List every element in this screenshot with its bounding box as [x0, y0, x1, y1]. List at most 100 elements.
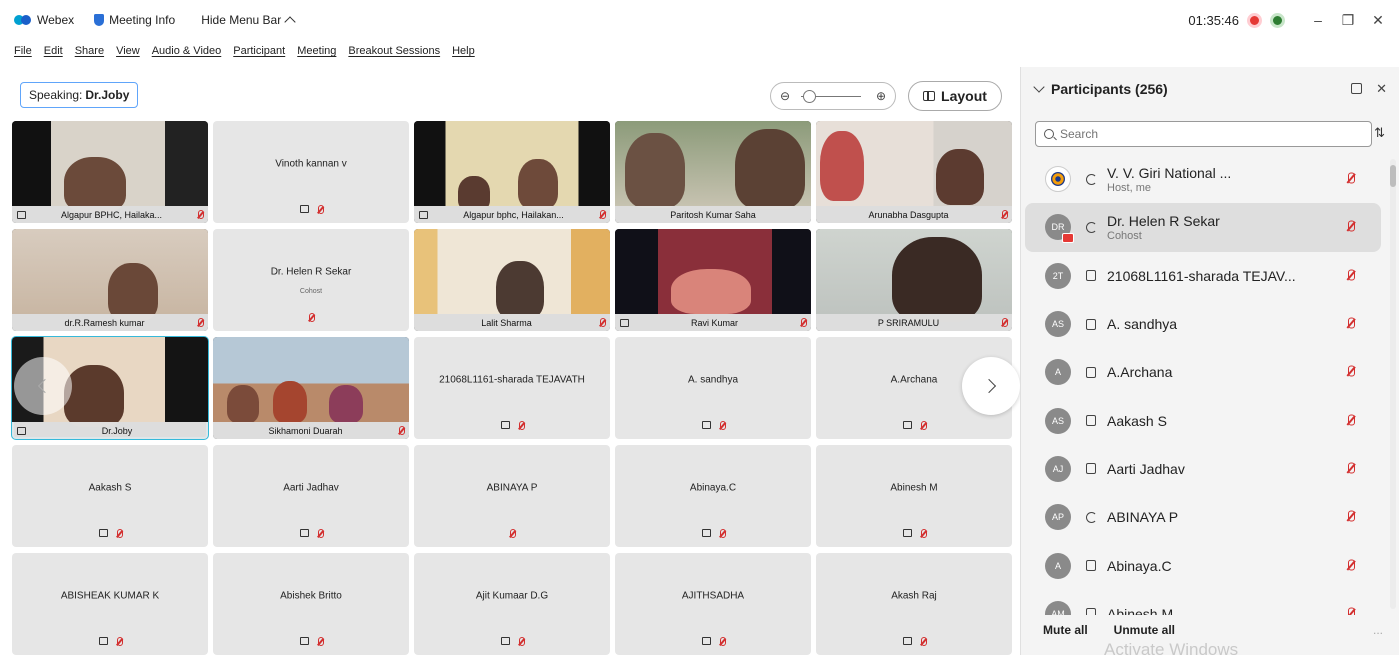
minimize-button[interactable]: –	[1307, 12, 1329, 28]
zoom-handle[interactable]	[803, 90, 816, 103]
video-tile[interactable]: Abinaya.C	[615, 445, 811, 547]
muted-mic-icon	[197, 317, 204, 328]
zoom-slider[interactable]: ⊖ ⊕	[770, 82, 896, 110]
video-tile[interactable]: Arunabha Dasgupta	[816, 121, 1012, 223]
zoom-out-icon[interactable]: ⊖	[780, 89, 790, 103]
muted-mic-icon	[1001, 209, 1008, 220]
sort-icon[interactable]: ⇅	[1374, 125, 1385, 141]
muted-mic-icon[interactable]	[1347, 317, 1355, 331]
zoom-in-icon[interactable]: ⊕	[876, 89, 886, 103]
video-tile[interactable]: ABINAYA P	[414, 445, 610, 547]
video-tile[interactable]: Lalit Sharma	[414, 229, 610, 331]
video-tile[interactable]: Ravi Kumar	[615, 229, 811, 331]
sync-icon	[1085, 511, 1097, 523]
video-tile[interactable]: AJITHSADHA	[615, 553, 811, 655]
menu-edit[interactable]: Edit	[44, 45, 63, 65]
close-button[interactable]: ✕	[1367, 12, 1389, 29]
video-tile[interactable]: Abishek Britto	[213, 553, 409, 655]
video-tile[interactable]: P SRIRAMULU	[816, 229, 1012, 331]
more-options-icon[interactable]: ...	[1373, 623, 1383, 637]
maximize-button[interactable]: ❐	[1337, 12, 1359, 29]
video-tile[interactable]: Ajit Kumaar D.G	[414, 553, 610, 655]
menu-view[interactable]: View	[116, 45, 140, 65]
muted-mic-icon[interactable]	[1347, 269, 1355, 282]
connection-status-icon[interactable]	[1270, 12, 1285, 28]
monitor-icon	[299, 529, 309, 537]
popout-icon[interactable]	[1351, 83, 1363, 94]
previous-page-button[interactable]	[14, 357, 72, 415]
menu-share[interactable]: Share	[75, 45, 104, 65]
tile-name: A. sandhya	[687, 374, 739, 386]
participant-scrollbar[interactable]	[1390, 159, 1396, 609]
participant-name: ABINAYA P	[1107, 509, 1179, 526]
chevron-down-icon	[1033, 81, 1045, 93]
video-tile[interactable]: Aakash S	[12, 445, 208, 547]
muted-mic-icon	[518, 421, 525, 431]
muted-mic-icon	[308, 313, 315, 323]
participant-row[interactable]: A A.Archana	[1025, 348, 1381, 396]
next-page-button[interactable]	[962, 357, 1020, 415]
tile-name: Arunabha Dasgupta	[868, 209, 949, 220]
video-tile[interactable]: 21068L1161-sharada TEJAVATH	[414, 337, 610, 439]
video-tile[interactable]: Aarti Jadhav	[213, 445, 409, 547]
participant-row[interactable]: AM Abinesh M	[1025, 590, 1381, 615]
video-tile[interactable]: dr.R.Ramesh kumar	[12, 229, 208, 331]
video-tile[interactable]: Vinoth kannan v	[213, 121, 409, 223]
participant-row[interactable]: AS Aakash S	[1025, 396, 1381, 444]
muted-mic-icon[interactable]	[1347, 462, 1355, 475]
video-tile[interactable]: Paritosh Kumar Saha	[615, 121, 811, 223]
video-tile[interactable]: Abinesh M	[816, 445, 1012, 547]
monitor-icon	[1086, 415, 1096, 427]
participants-header[interactable]: Participants (256)	[1033, 81, 1168, 97]
participant-row[interactable]: AS A. sandhya	[1025, 300, 1381, 348]
participant-row[interactable]: AP ABINAYA P	[1025, 493, 1381, 541]
muted-mic-icon[interactable]	[1347, 414, 1355, 427]
recording-icon[interactable]	[1247, 12, 1262, 28]
webex-app[interactable]: Webex	[14, 13, 74, 27]
participant-name: Aakash S	[1107, 412, 1167, 429]
unmute-all-button[interactable]: Unmute all	[1114, 623, 1175, 637]
muted-mic-icon[interactable]	[1347, 607, 1355, 615]
monitor-icon	[1086, 463, 1096, 475]
video-tile[interactable]: Algapur BPHC, Hailaka...	[12, 121, 208, 223]
menu-file[interactable]: File	[14, 45, 32, 65]
webex-logo-icon	[14, 14, 32, 26]
menu-meeting[interactable]: Meeting	[297, 45, 336, 65]
scrollbar-thumb[interactable]	[1390, 165, 1396, 187]
video-tile[interactable]: Akash Raj	[816, 553, 1012, 655]
muted-mic-icon	[317, 529, 324, 539]
monitor-icon	[299, 205, 309, 213]
menu-help[interactable]: Help	[452, 45, 475, 65]
hide-menu-bar-button[interactable]: Hide Menu Bar	[201, 13, 296, 28]
muted-mic-icon	[719, 421, 726, 431]
video-tile[interactable]: A. sandhya	[615, 337, 811, 439]
chevron-up-icon	[284, 16, 296, 28]
monitor-icon	[98, 637, 108, 645]
participant-row[interactable]: AJ Aarti Jadhav	[1025, 445, 1381, 493]
monitor-icon	[299, 637, 309, 645]
participant-row[interactable]: V. V. Giri National ... Host, me	[1025, 155, 1381, 203]
participant-row[interactable]: DR Dr. Helen R Sekar Cohost	[1025, 203, 1381, 252]
muted-mic-icon[interactable]	[1347, 559, 1355, 572]
close-panel-icon[interactable]: ✕	[1376, 81, 1387, 97]
participant-row[interactable]: 2T 21068L1161-sharada TEJAV...	[1025, 252, 1381, 300]
menu-participant[interactable]: Participant	[233, 45, 285, 65]
layout-button[interactable]: Layout	[908, 81, 1002, 111]
monitor-icon	[1086, 608, 1096, 615]
menu-breakout-sessions[interactable]: Breakout Sessions	[348, 45, 440, 65]
participant-name: Aarti Jadhav	[1107, 460, 1185, 477]
meeting-info-button[interactable]: Meeting Info	[94, 13, 175, 27]
search-input[interactable]	[1060, 127, 1360, 141]
muted-mic-icon[interactable]	[1347, 510, 1355, 524]
mute-all-button[interactable]: Mute all	[1043, 623, 1088, 637]
muted-mic-icon[interactable]	[1347, 172, 1355, 186]
muted-mic-icon[interactable]	[1347, 220, 1355, 234]
video-tile[interactable]: Sikhamoni Duarah	[213, 337, 409, 439]
muted-mic-icon[interactable]	[1347, 365, 1355, 379]
video-tile[interactable]: ABISHEAK KUMAR K	[12, 553, 208, 655]
video-tile[interactable]: Algapur bphc, Hailakan...	[414, 121, 610, 223]
video-tile[interactable]: Dr. Helen R Sekar Cohost	[213, 229, 409, 331]
menu-audio-video[interactable]: Audio & Video	[152, 45, 222, 65]
tile-name: ABINAYA P	[486, 482, 538, 494]
participant-row[interactable]: A Abinaya.C	[1025, 541, 1381, 589]
